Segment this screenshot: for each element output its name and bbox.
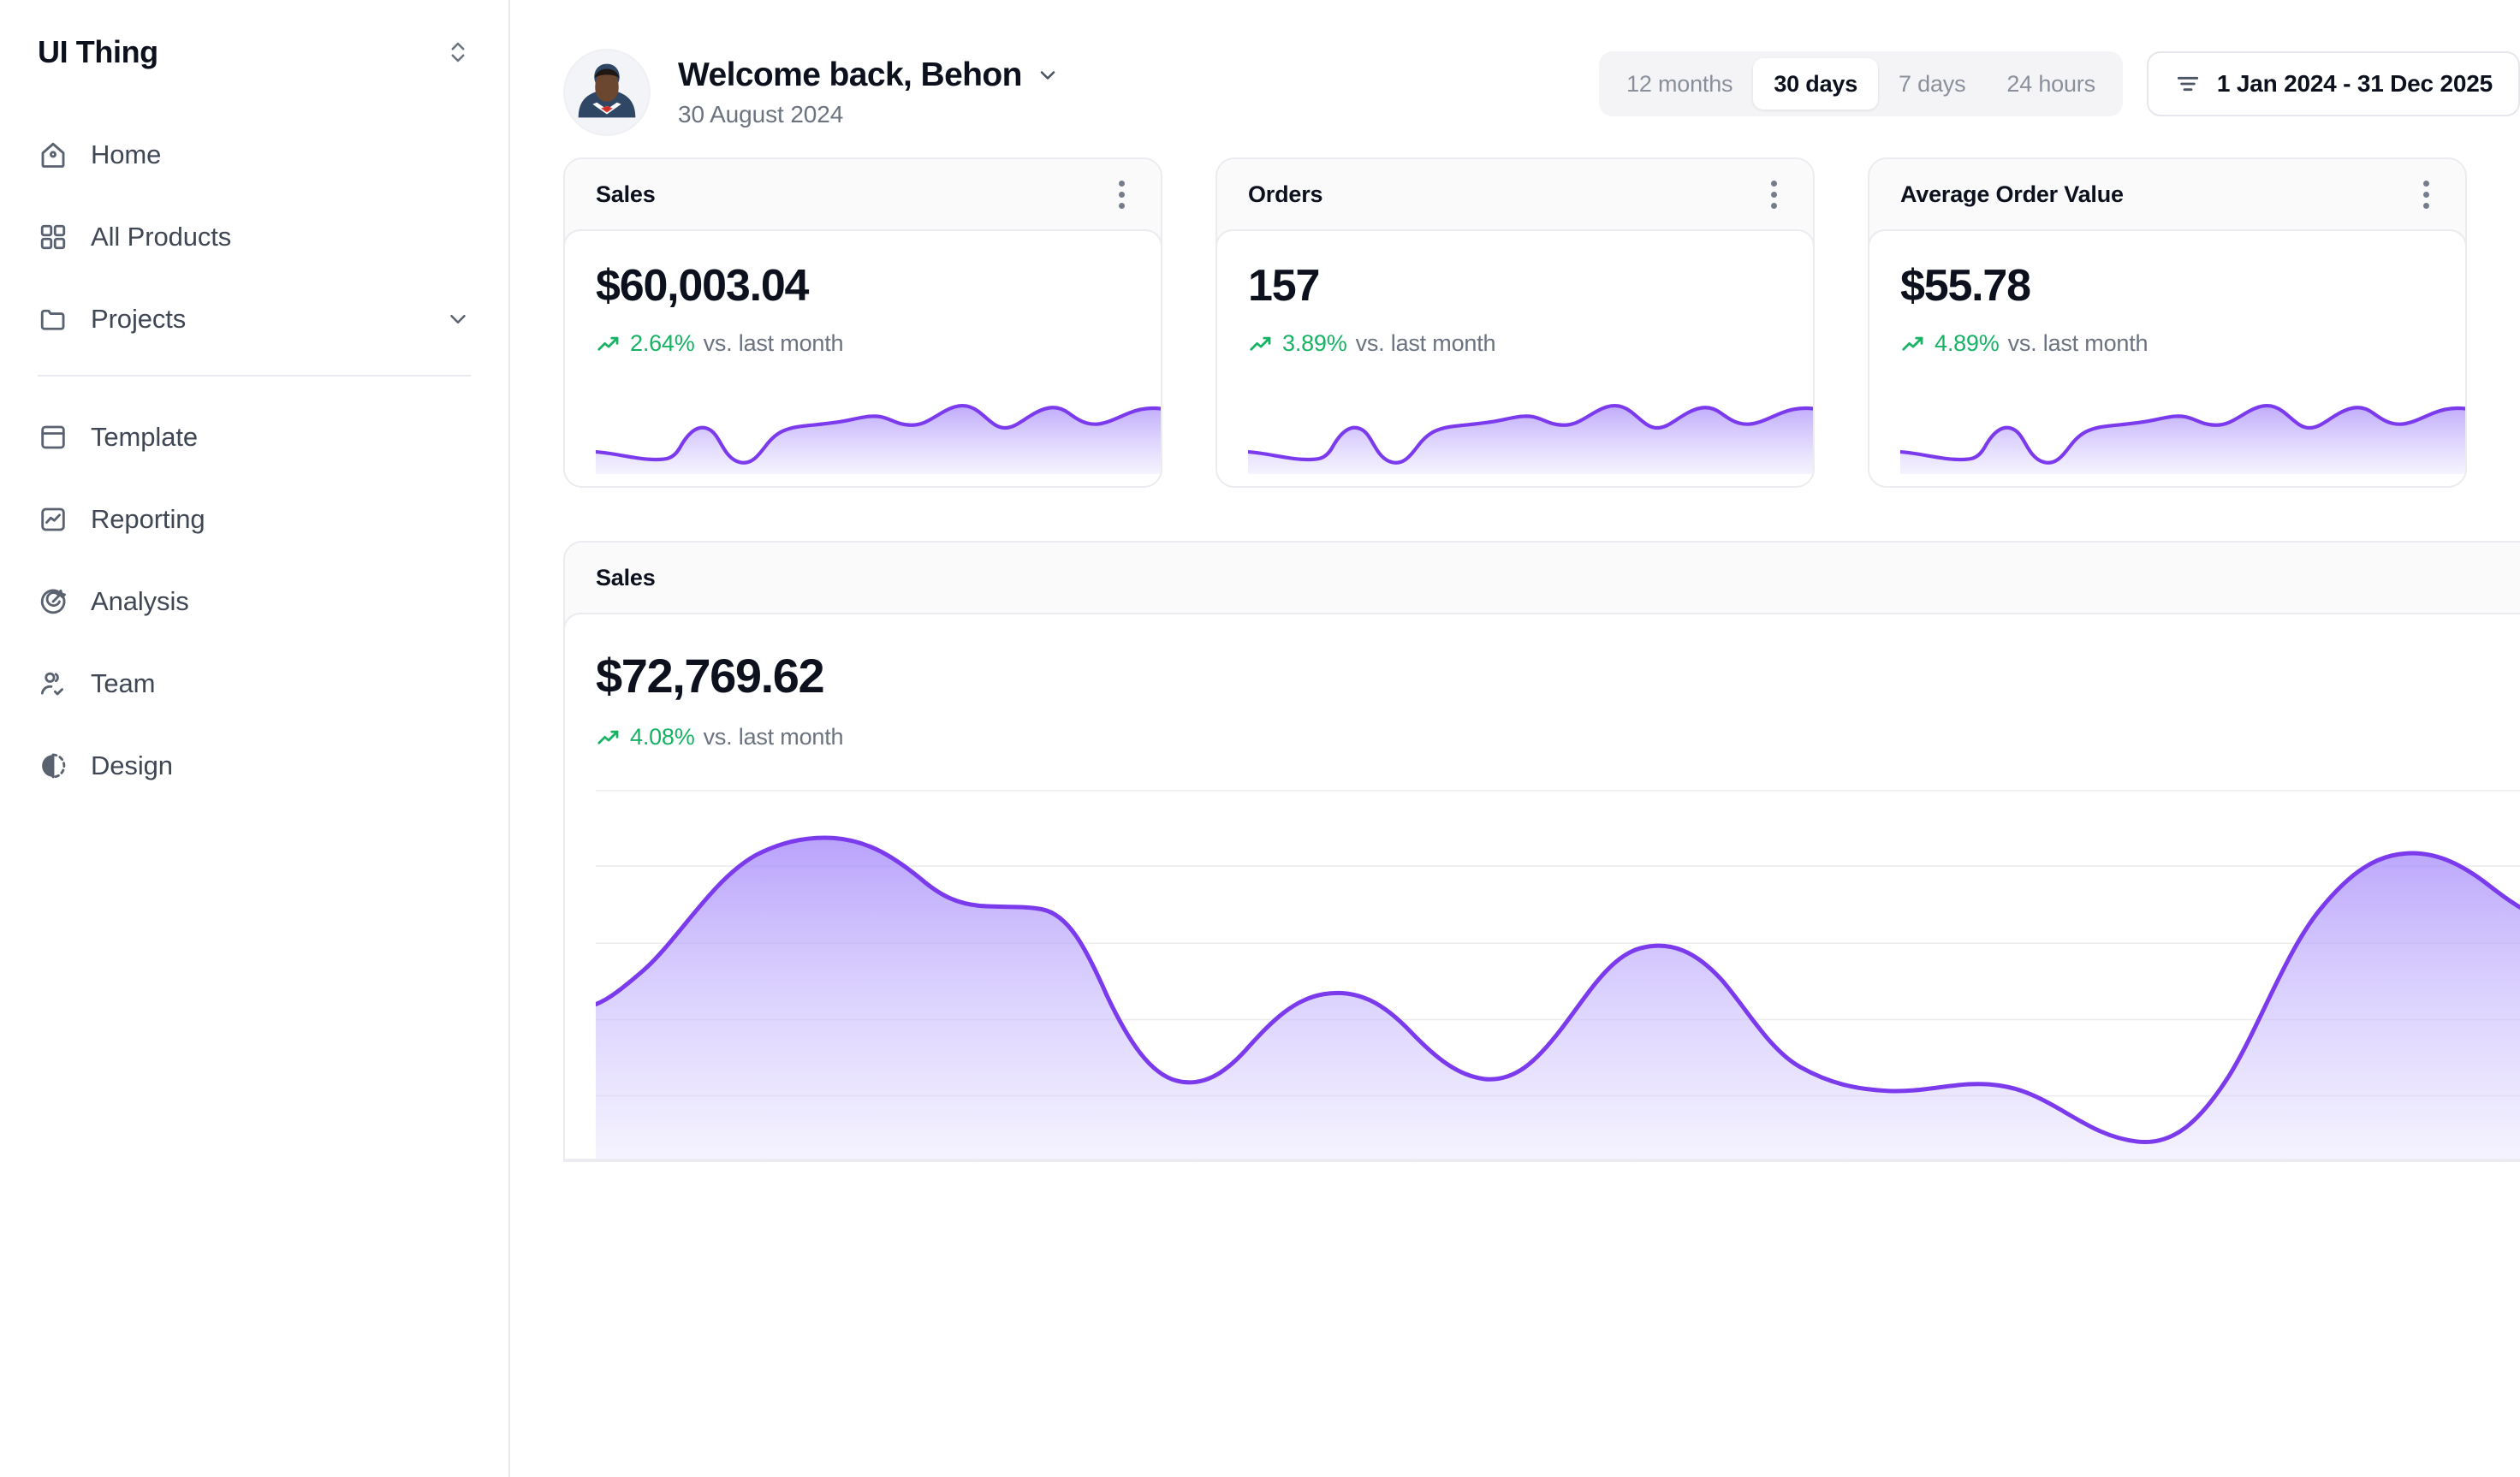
sidebar-item-label: Template	[91, 422, 198, 452]
trend-up-icon	[1900, 331, 1926, 357]
delta-caption: vs. last month	[703, 330, 844, 356]
sidebar-item-template[interactable]: Template	[38, 411, 471, 464]
sidebar-item-design[interactable]: Design	[38, 739, 471, 792]
card-title: Average Order Value	[1900, 181, 2124, 207]
card-title: Sales	[596, 181, 656, 207]
card-title: Orders	[1248, 181, 1323, 207]
card-title: Sales	[596, 564, 656, 590]
more-vertical-icon[interactable]	[1766, 175, 1782, 214]
sidebar: UI Thing Home All Products Projects Temp…	[0, 0, 510, 1477]
filter-lines-icon	[2174, 70, 2202, 98]
sidebar-item-reporting[interactable]: Reporting	[38, 493, 471, 546]
time-range-tabs: 12 months 30 days 7 days 24 hours	[1599, 51, 2123, 116]
sidebar-item-label: All Products	[91, 222, 232, 252]
main-chart-delta: 4.08% vs. last month	[596, 724, 2520, 750]
main-sales-chart	[596, 777, 2520, 1159]
sidebar-item-all-products[interactable]: All Products	[38, 211, 471, 264]
stat-card-orders: Orders 157 3.89% vs. last month	[1215, 157, 1815, 488]
stat-value: $60,003.04	[596, 261, 809, 311]
orders-sparkline	[1248, 382, 1813, 474]
card-body: $60,003.04 2.64% vs. last month	[565, 229, 1161, 486]
card-body: 157 3.89% vs. last month	[1217, 229, 1813, 486]
delta-caption: vs. last month	[703, 724, 844, 750]
sales-sparkline	[596, 382, 1161, 474]
sidebar-item-analysis[interactable]: Analysis	[38, 575, 471, 628]
sidebar-item-projects[interactable]: Projects	[38, 293, 471, 346]
more-vertical-icon[interactable]	[1114, 175, 1130, 214]
more-vertical-icon[interactable]	[2418, 175, 2434, 214]
tab-7-days[interactable]: 7 days	[1878, 58, 1986, 110]
app-root: UI Thing Home All Products Projects Temp…	[0, 0, 2520, 1477]
card-body: $55.78 4.89% vs. last month	[1869, 229, 2465, 486]
current-date: 30 August 2024	[678, 101, 844, 128]
layout-panel-icon	[38, 422, 68, 453]
folder-icon	[38, 304, 68, 335]
stat-delta: 4.89% vs. last month	[1900, 330, 2434, 357]
welcome-row[interactable]: Welcome back, Behon	[678, 56, 1060, 94]
card-header: Average Order Value	[1869, 159, 2465, 229]
main-chart-value: $72,769.62	[596, 649, 825, 703]
sidebar-item-team[interactable]: Team	[38, 657, 471, 710]
delta-percent: 4.08%	[630, 724, 695, 750]
date-range-label: 1 Jan 2024 - 31 Dec 2025	[2216, 70, 2493, 97]
delta-percent: 2.64%	[630, 330, 695, 356]
card-body: $72,769.62 4.08% vs. last month	[565, 613, 2520, 1160]
card-header: Orders	[1217, 159, 1813, 229]
trend-up-icon	[596, 331, 621, 357]
sidebar-item-label: Design	[91, 750, 173, 780]
grid-icon	[38, 222, 68, 252]
delta-percent: 4.89%	[1935, 330, 2000, 356]
card-header: Sales	[565, 543, 2520, 613]
date-range-picker[interactable]: 1 Jan 2024 - 31 Dec 2025	[2146, 51, 2520, 116]
stat-card-sales: Sales $60,003.04 2.64% vs. last month	[563, 157, 1162, 488]
stat-delta: 2.64% vs. last month	[596, 330, 1130, 357]
target-pen-icon	[38, 586, 68, 617]
stat-value: $55.78	[1900, 261, 2031, 311]
chart-line-icon	[38, 504, 68, 535]
sidebar-item-label: Reporting	[91, 504, 205, 534]
tab-30-days[interactable]: 30 days	[1753, 58, 1879, 110]
page-header: Welcome back, Behon 30 August 2024 12 mo…	[510, 0, 2520, 137]
stat-cards-row: Sales $60,003.04 2.64% vs. last month Or…	[510, 157, 2520, 488]
delta-caption: vs. last month	[1355, 330, 1496, 356]
sidebar-nav: Home All Products Projects Template Repo…	[38, 128, 471, 792]
stat-value: 157	[1248, 261, 1320, 311]
card-header: Sales	[565, 159, 1161, 229]
main-chart-card: Sales $72,769.62 4.08% vs. last month	[563, 541, 2520, 1162]
welcome-block: Welcome back, Behon 30 August 2024	[678, 56, 1060, 128]
avatar[interactable]	[563, 49, 651, 136]
tab-12-months[interactable]: 12 months	[1606, 58, 1753, 110]
aov-sparkline	[1900, 382, 2465, 474]
header-controls: 12 months 30 days 7 days 24 hours 1 Jan …	[1599, 51, 2520, 116]
contrast-circle-icon	[38, 750, 68, 781]
sidebar-divider	[38, 375, 471, 377]
delta-caption: vs. last month	[2007, 330, 2149, 356]
sidebar-item-label: Analysis	[91, 586, 189, 616]
chevron-down-icon[interactable]	[1036, 63, 1060, 87]
sidebar-item-home[interactable]: Home	[38, 128, 471, 181]
stat-card-average-order-value: Average Order Value $55.78 4.89% vs. las…	[1868, 157, 2467, 488]
app-brand-name: UI Thing	[38, 34, 158, 69]
sidebar-item-label: Team	[91, 668, 156, 698]
chevron-up-down-icon[interactable]	[445, 38, 471, 67]
users-check-icon	[38, 668, 68, 699]
tab-24-hours[interactable]: 24 hours	[1986, 58, 2115, 110]
chevron-down-icon[interactable]	[445, 306, 471, 332]
delta-percent: 3.89%	[1282, 330, 1347, 356]
sidebar-brand-row[interactable]: UI Thing	[38, 0, 471, 96]
sidebar-item-label: Projects	[91, 304, 187, 334]
stat-delta: 3.89% vs. last month	[1248, 330, 1782, 357]
trend-up-icon	[596, 725, 621, 750]
sidebar-item-label: Home	[91, 139, 162, 169]
trend-up-icon	[1248, 331, 1274, 357]
home-icon	[38, 139, 68, 170]
page-title: Welcome back, Behon	[678, 56, 1022, 93]
main-content: Welcome back, Behon 30 August 2024 12 mo…	[510, 0, 2520, 1477]
